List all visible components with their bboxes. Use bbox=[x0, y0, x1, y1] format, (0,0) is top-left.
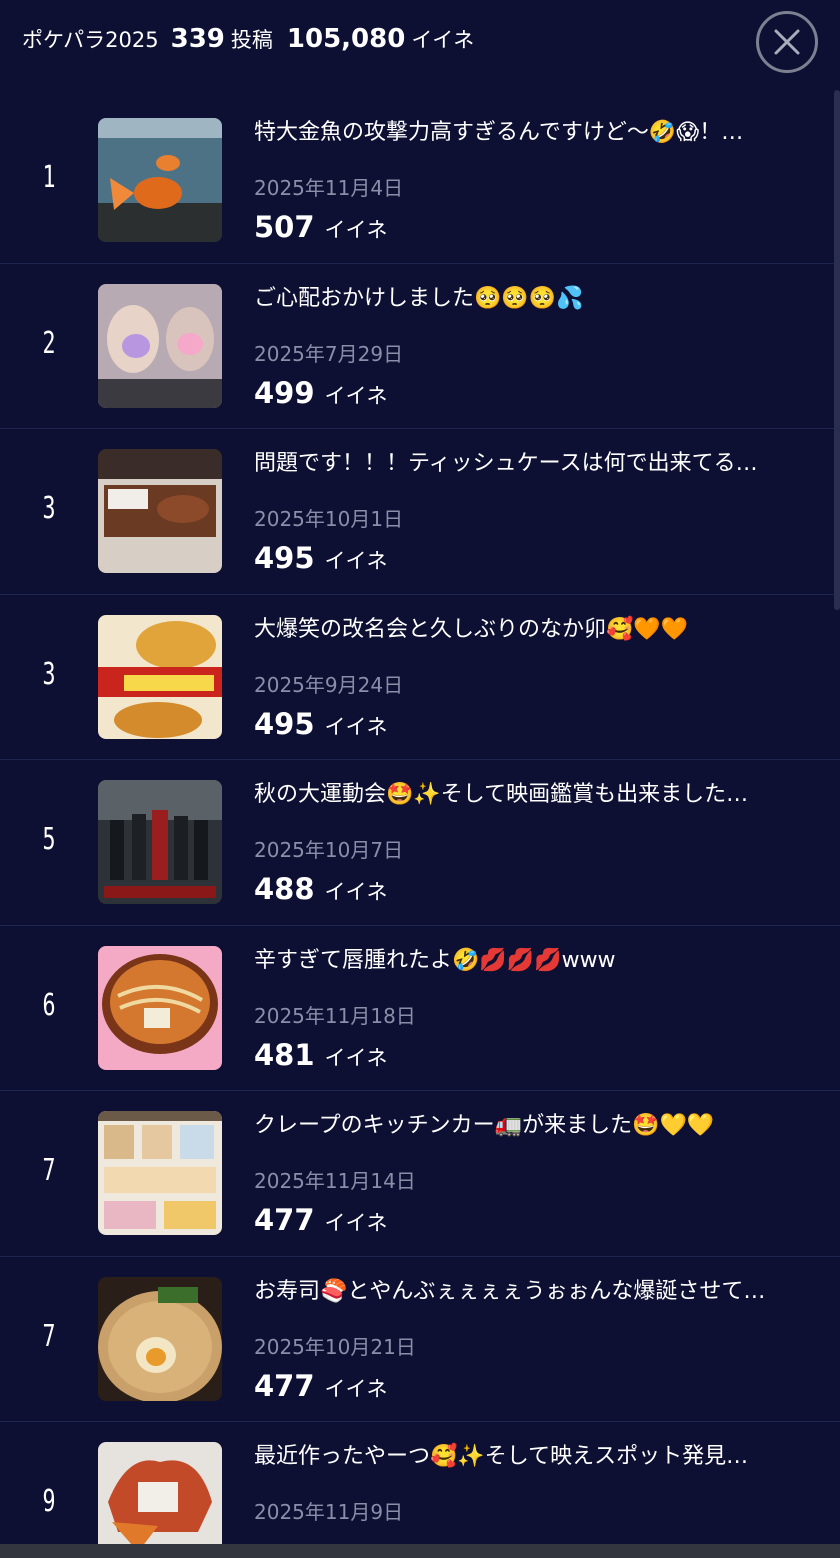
rank-number: 3 bbox=[42, 656, 56, 692]
post-date: 2025年10月21日 bbox=[254, 1334, 416, 1359]
post-date: 2025年9月24日 bbox=[254, 672, 404, 697]
post-row[interactable]: 3 問題です！！！ティッシュケースは何で出来てる… 2025年10月1日 495… bbox=[0, 429, 840, 595]
post-thumbnail-goldfish[interactable] bbox=[98, 118, 222, 242]
like-total: 105,080 bbox=[286, 24, 406, 54]
rank-number: 7 bbox=[42, 1318, 56, 1354]
post-date: 2025年11月14日 bbox=[254, 1169, 416, 1193]
post-title: 問題です！！！ティッシュケースは何で出来てる… bbox=[254, 451, 758, 476]
post-date: 2025年10月7日 bbox=[254, 838, 404, 862]
rank-number: 3 bbox=[42, 491, 56, 526]
post-date: 2025年11月4日 bbox=[254, 176, 404, 200]
post-title: 辛すぎて唇腫れたよ🤣💋💋💋www bbox=[254, 947, 616, 973]
like-total-unit: イイネ bbox=[411, 28, 475, 52]
post-title: お寿司🍣とやんぶぇぇぇぇうぉぉんな爆誕させて… bbox=[254, 1278, 766, 1304]
rank-number: 9 bbox=[42, 1484, 56, 1519]
post-thumbnail-chocolate-box[interactable] bbox=[98, 449, 222, 573]
like-unit: イイネ bbox=[324, 714, 388, 739]
like-number: 507 bbox=[254, 210, 315, 244]
post-row[interactable]: 2 ご心配おかけしました🥺🥺🥺💦 2025年7月29日 499 イイネ bbox=[0, 264, 840, 429]
like-unit: イイネ bbox=[324, 218, 388, 242]
post-title: 最近作ったやーつ🥰✨そして映えスポット発見… bbox=[254, 1444, 749, 1469]
like-unit: イイネ bbox=[324, 549, 388, 573]
like-number: 495 bbox=[254, 541, 315, 575]
like-unit: イイネ bbox=[324, 1376, 388, 1401]
like-count: 477 イイネ bbox=[254, 1369, 388, 1403]
like-count: 499 イイネ bbox=[254, 376, 388, 410]
like-count: 481 イイネ bbox=[254, 1038, 388, 1072]
like-number: 481 bbox=[254, 1037, 315, 1072]
like-count: 495 イイネ bbox=[254, 707, 388, 741]
like-count: 488 イイネ bbox=[254, 872, 388, 906]
post-row[interactable]: 1 特大金魚の攻撃力高すぎるんですけど〜🤣😱！… 2025年11月4日 507 … bbox=[0, 98, 840, 264]
ranking-page: ポケパラ2025 339 投稿 105,080 イイネ 1 特大金魚の攻撃力高す… bbox=[0, 0, 840, 1558]
post-row[interactable]: 3 大爆笑の改名会と久しぶりのなか卯🥰🧡🧡 2025年9月24日 495 イイネ bbox=[0, 595, 840, 760]
scrollbar[interactable] bbox=[834, 90, 840, 610]
post-count-unit: 投稿 bbox=[230, 28, 273, 52]
post-row[interactable]: 7 お寿司🍣とやんぶぇぇぇぇうぉぉんな爆誕させて… 2025年10月21日 47… bbox=[0, 1257, 840, 1422]
post-date: 2025年7月29日 bbox=[254, 341, 404, 366]
like-unit: イイネ bbox=[324, 1045, 388, 1070]
post-date: 2025年11月9日 bbox=[254, 1500, 404, 1524]
post-count: 339 bbox=[170, 24, 225, 54]
like-number: 477 bbox=[254, 1368, 315, 1403]
post-date: 2025年11月18日 bbox=[254, 1003, 416, 1028]
bottom-edge-bar bbox=[0, 1544, 840, 1558]
like-number: 495 bbox=[254, 706, 315, 741]
like-count: 507 イイネ bbox=[254, 210, 388, 244]
post-title: クレープのキッチンカー🚛が来ました🤩💛💛 bbox=[254, 1113, 715, 1138]
close-button[interactable] bbox=[756, 11, 818, 73]
post-thumbnail-selfie[interactable] bbox=[98, 283, 222, 408]
like-count: 477 イイネ bbox=[254, 1203, 388, 1237]
rank-number: 2 bbox=[42, 325, 56, 361]
post-thumbnail-udon[interactable] bbox=[98, 614, 222, 739]
header-summary: ポケパラ2025 339 投稿 105,080 イイネ bbox=[22, 24, 488, 54]
post-thumbnail-crepe-menu[interactable] bbox=[98, 1111, 222, 1235]
like-number: 499 bbox=[254, 375, 315, 410]
post-thumbnail-movie-poster[interactable] bbox=[98, 780, 222, 904]
post-row[interactable]: 9 最近作ったやーつ🥰✨そして映えスポット発見… 2025年11月9日 bbox=[0, 1422, 840, 1558]
post-title: 大爆笑の改名会と久しぶりのなか卯🥰🧡🧡 bbox=[254, 616, 689, 642]
post-row[interactable]: 5 秋の大運動会🤩✨そして映画鑑賞も出来ました… 2025年10月7日 488 … bbox=[0, 760, 840, 926]
like-count: 495 イイネ bbox=[254, 541, 388, 575]
post-row[interactable]: 7 クレープのキッチンカー🚛が来ました🤩💛💛 2025年11月14日 477 イ… bbox=[0, 1091, 840, 1257]
post-ranking-list: 1 特大金魚の攻撃力高すぎるんですけど〜🤣😱！… 2025年11月4日 507 … bbox=[0, 98, 840, 1558]
like-unit: イイネ bbox=[324, 880, 388, 904]
post-title: 秋の大運動会🤩✨そして映画鑑賞も出来ました… bbox=[254, 782, 749, 807]
rank-number: 7 bbox=[42, 1153, 56, 1188]
rank-number: 1 bbox=[42, 160, 56, 195]
post-date: 2025年10月1日 bbox=[254, 507, 404, 531]
rank-number: 6 bbox=[42, 987, 56, 1023]
like-unit: イイネ bbox=[324, 1211, 388, 1235]
like-number: 477 bbox=[254, 1203, 315, 1237]
like-unit: イイネ bbox=[324, 383, 388, 408]
post-thumbnail-craft[interactable] bbox=[98, 1442, 222, 1558]
header: ポケパラ2025 339 投稿 105,080 イイネ bbox=[0, 0, 840, 88]
post-title: ご心配おかけしました🥺🥺🥺💦 bbox=[254, 285, 584, 311]
post-title: 特大金魚の攻撃力高すぎるんですけど〜🤣😱！… bbox=[254, 120, 744, 145]
post-thumbnail-tonkotsu-ramen[interactable] bbox=[98, 1276, 222, 1401]
like-number: 488 bbox=[254, 872, 315, 906]
post-row[interactable]: 6 辛すぎて唇腫れたよ🤣💋💋💋www 2025年11月18日 481 イイネ bbox=[0, 926, 840, 1091]
post-thumbnail-ramen[interactable] bbox=[98, 945, 222, 1070]
header-title: ポケパラ2025 bbox=[22, 28, 159, 52]
close-icon bbox=[774, 29, 800, 55]
rank-number: 5 bbox=[42, 822, 56, 857]
